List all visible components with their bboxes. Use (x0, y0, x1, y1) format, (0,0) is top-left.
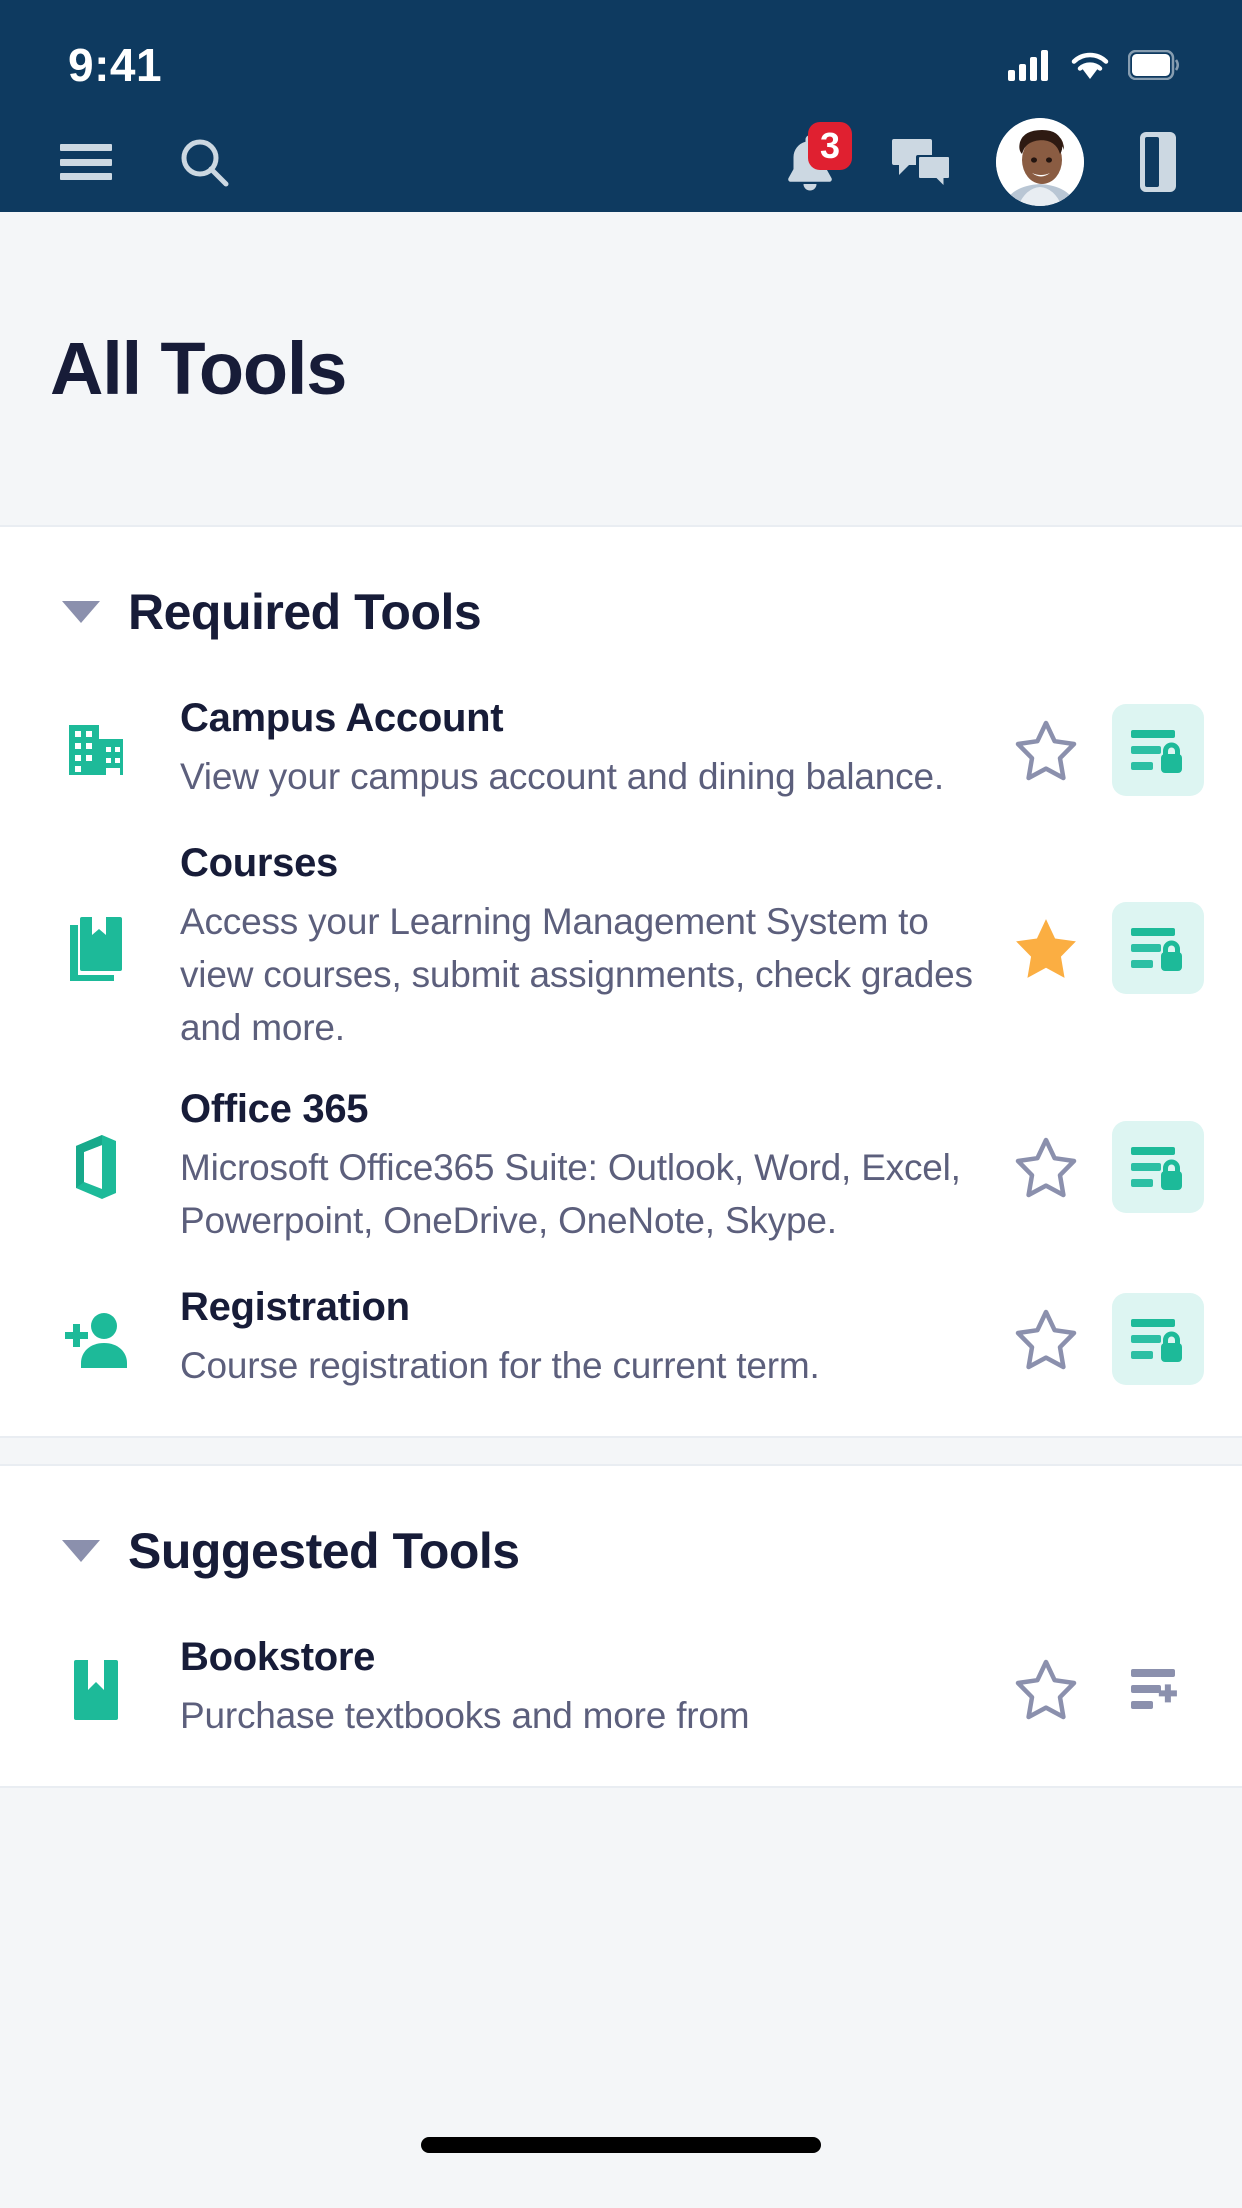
tool-text: Campus Account View your campus account … (142, 696, 1010, 804)
side-panel-button[interactable] (1120, 124, 1196, 200)
tool-name: Bookstore (180, 1634, 376, 1679)
tool-text: Registration Course registration for the… (142, 1285, 1010, 1393)
list-lock-icon (1131, 730, 1182, 773)
favorite-star-button[interactable] (1010, 714, 1082, 786)
app-bar-left-actions (48, 124, 242, 200)
hamburger-menu-button[interactable] (48, 124, 124, 200)
tool-description: Microsoft Office365 Suite: Outlook, Word… (180, 1146, 961, 1241)
messages-chat-icon (892, 139, 950, 189)
tool-name: Campus Account (180, 696, 504, 741)
tool-icon-registration (50, 1310, 142, 1368)
status-bar-icons (1008, 49, 1180, 81)
section-header-suggested-tools[interactable]: Suggested Tools (0, 1466, 1242, 1614)
open-book-icon (74, 1659, 118, 1720)
tool-name: Registration (180, 1284, 410, 1329)
book-bookmark-icon (70, 916, 122, 981)
person-add-icon (65, 1312, 127, 1368)
chevron-down-icon[interactable] (62, 601, 100, 623)
tool-icon-office-365 (50, 1133, 142, 1201)
tool-description: Access your Learning Management System t… (180, 901, 973, 1048)
star-outline-icon (1015, 720, 1077, 781)
list-lock-icon (1131, 1318, 1182, 1362)
tool-row[interactable]: Courses Access your Learning Management … (0, 825, 1242, 1071)
messages-button[interactable] (884, 124, 960, 200)
office-365-icon (76, 1135, 116, 1200)
tool-description: Purchase textbooks and more from (180, 1694, 750, 1736)
section-gap (0, 1437, 1242, 1464)
locked-tool-button[interactable] (1112, 901, 1204, 994)
list-lock-icon (1131, 1147, 1182, 1191)
tool-actions (1010, 901, 1204, 994)
tool-icon-campus-account (50, 719, 142, 781)
avatar-photo (996, 118, 1084, 206)
section-header-required-tools[interactable]: Required Tools (0, 527, 1242, 675)
wifi-icon (1071, 52, 1109, 79)
favorite-star-button[interactable] (1010, 1653, 1082, 1725)
tool-text: Courses Access your Learning Management … (142, 841, 1010, 1055)
star-filled-icon (1016, 918, 1076, 978)
tool-actions (1010, 1643, 1204, 1735)
chevron-down-icon[interactable] (62, 1539, 100, 1562)
tool-text: Office 365 Microsoft Office365 Suite: Ou… (142, 1087, 1010, 1248)
side-panel-icon (1140, 132, 1176, 192)
tool-actions (1010, 1292, 1204, 1385)
locked-tool-button[interactable] (1112, 1121, 1204, 1214)
top-bar: 9:41 3 (0, 0, 1242, 212)
tool-name: Office 365 (180, 1086, 369, 1131)
app-screen: 9:41 3 All Tools Required Tools Campus A… (0, 0, 1242, 2208)
tool-name: Courses (180, 841, 338, 885)
search-icon (181, 139, 229, 187)
tool-description: View your campus account and dining bala… (180, 756, 944, 798)
section-card-suggested-tools: Suggested Tools Bookstore Purchase textb… (0, 1463, 1242, 1788)
section-title-suggested-tools: Suggested Tools (128, 1522, 520, 1579)
home-indicator (421, 2137, 821, 2153)
app-bar: 3 (0, 112, 1242, 212)
cellular-signal-icon (1008, 50, 1048, 81)
tool-row[interactable]: Bookstore Purchase textbooks and more fr… (0, 1614, 1242, 1764)
status-bar: 9:41 (0, 0, 1242, 112)
status-bar-clock: 9:41 (68, 39, 163, 91)
battery-icon (1128, 50, 1179, 80)
favorite-star-button[interactable] (1010, 1131, 1082, 1203)
tool-description: Course registration for the current term… (180, 1344, 820, 1386)
favorite-star-button[interactable] (1010, 1303, 1082, 1375)
section-title-required-tools: Required Tools (128, 584, 482, 640)
avatar[interactable] (996, 118, 1084, 206)
list-lock-icon (1131, 927, 1182, 971)
building-icon (69, 725, 123, 775)
favorite-star-button[interactable] (1010, 912, 1082, 984)
list-add-icon (1131, 1668, 1177, 1709)
locked-tool-button[interactable] (1112, 704, 1204, 796)
add-tool-button[interactable] (1112, 1643, 1204, 1735)
tool-row[interactable]: Campus Account View your campus account … (0, 675, 1242, 825)
hamburger-menu-icon (60, 144, 112, 180)
star-outline-icon (1015, 1659, 1077, 1719)
tool-text: Bookstore Purchase textbooks and more fr… (142, 1635, 1010, 1743)
tool-row[interactable]: Registration Course registration for the… (0, 1264, 1242, 1414)
notification-badge: 3 (808, 122, 852, 170)
tool-icon-bookstore (50, 1656, 142, 1722)
star-outline-icon (1015, 1309, 1077, 1369)
locked-tool-button[interactable] (1112, 1292, 1204, 1385)
search-button[interactable] (166, 124, 242, 200)
page-title: All Tools (50, 327, 347, 410)
tool-row[interactable]: Office 365 Microsoft Office365 Suite: Ou… (0, 1071, 1242, 1264)
tool-actions (1010, 1121, 1204, 1214)
page-header: All Tools (0, 212, 1242, 525)
tool-actions (1010, 704, 1204, 796)
tool-icon-courses (50, 915, 142, 981)
star-outline-icon (1015, 1137, 1077, 1198)
notifications-button[interactable]: 3 (772, 122, 852, 200)
app-bar-right-actions: 3 (772, 118, 1196, 206)
section-card-required-tools: Required Tools Campus Account View your … (0, 525, 1242, 1438)
